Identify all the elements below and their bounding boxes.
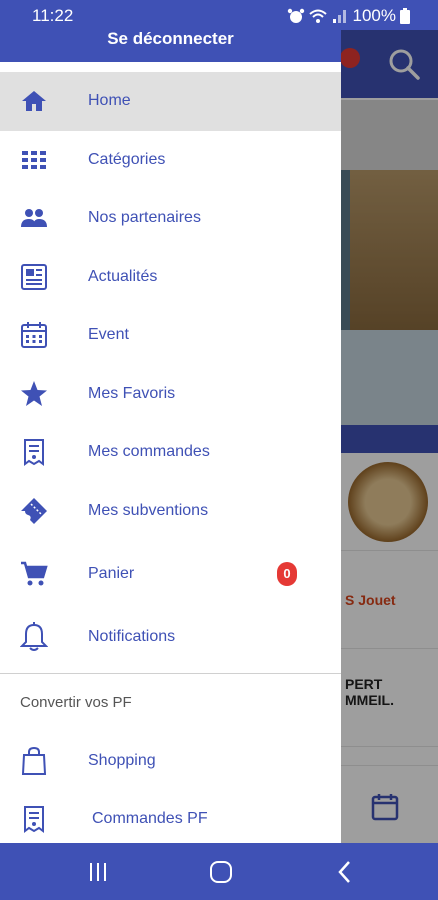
- menu-item-label: Mes commandes: [88, 443, 210, 461]
- menu-item-notifications[interactable]: Notifications: [0, 608, 341, 667]
- cart-icon: [20, 560, 48, 588]
- newspaper-icon: [20, 263, 48, 291]
- wifi-icon: [308, 9, 327, 23]
- grid-icon: [20, 146, 48, 174]
- recent-apps-icon[interactable]: [83, 857, 113, 887]
- alarm-icon: [287, 8, 304, 23]
- menu-item-label: Event: [88, 326, 129, 344]
- menu-item-label: Mes subventions: [88, 501, 209, 519]
- battery-icon: [400, 8, 410, 24]
- menu-item-label: Actualités: [88, 267, 158, 285]
- menu-item-cart[interactable]: Panier 0: [0, 540, 341, 608]
- menu-item-event[interactable]: Event: [0, 306, 341, 365]
- status-indicators: 100%: [287, 6, 410, 26]
- home-button-icon[interactable]: [206, 857, 236, 887]
- menu-item-shopping[interactable]: Shopping: [0, 732, 341, 791]
- status-time: 11:22: [32, 6, 74, 25]
- menu-item-label: Nos partenaires: [88, 209, 201, 227]
- calendar-icon: [20, 321, 48, 349]
- menu-item-news[interactable]: Actualités: [0, 248, 341, 307]
- menu-item-orders[interactable]: Mes commandes: [0, 423, 341, 482]
- menu-item-categories[interactable]: Catégories: [0, 131, 341, 190]
- status-bar: 11:22 100%: [0, 0, 438, 30]
- battery-level: 100%: [352, 6, 396, 25]
- menu-item-label: Mes Favoris: [88, 384, 176, 402]
- star-icon: [20, 380, 48, 408]
- menu-item-label: Notifications: [88, 628, 176, 646]
- menu-item-pf-orders[interactable]: Commandes PF: [0, 790, 341, 843]
- menu-item-favorites[interactable]: Mes Favoris: [0, 365, 341, 424]
- drawer-spacer: [0, 62, 341, 72]
- menu-item-label: Commandes PF: [92, 810, 208, 828]
- menu-item-label: Catégories: [88, 150, 166, 168]
- back-icon[interactable]: [330, 857, 360, 887]
- cart-count-badge: 0: [277, 562, 297, 586]
- menu-item-label: Shopping: [88, 751, 156, 769]
- signal-icon: [332, 10, 346, 23]
- menu-item-subsidies[interactable]: Mes subventions: [0, 482, 341, 541]
- menu-item-label: Panier: [88, 565, 135, 582]
- shopping-bag-icon: [20, 746, 48, 775]
- people-icon: [20, 204, 48, 232]
- bell-icon: [20, 622, 48, 652]
- receipt-icon: [20, 805, 48, 834]
- home-icon: [20, 87, 48, 115]
- logout-button[interactable]: Se déconnecter: [0, 30, 341, 62]
- menu-item-home[interactable]: Home: [0, 72, 341, 131]
- system-navigation-bar: [0, 843, 438, 900]
- navigation-drawer: Se déconnecter Home Catégories Nos parte…: [0, 30, 341, 843]
- menu-item-partners[interactable]: Nos partenaires: [0, 189, 341, 248]
- menu-item-label: Home: [88, 92, 131, 110]
- receipt-icon: [20, 438, 48, 467]
- ticket-icon: [20, 497, 48, 525]
- section-title-convert-pf: Convertir vos PF: [20, 693, 132, 711]
